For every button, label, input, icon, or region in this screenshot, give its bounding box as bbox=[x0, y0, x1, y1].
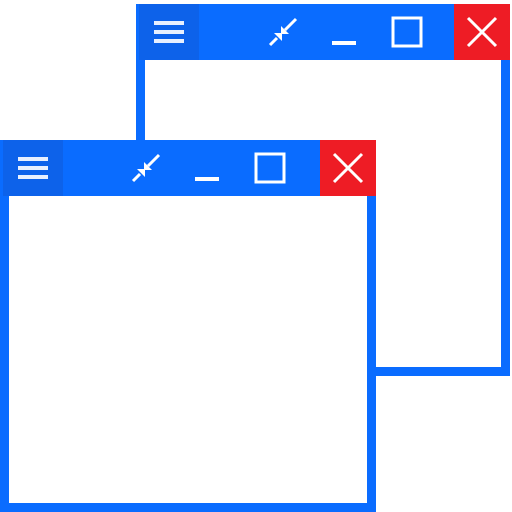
close-button[interactable] bbox=[320, 140, 376, 196]
maximize-square-icon bbox=[254, 152, 286, 184]
title-bar[interactable] bbox=[0, 140, 376, 196]
menu-button[interactable] bbox=[139, 4, 199, 60]
minimize-button[interactable] bbox=[176, 140, 238, 196]
close-x-icon bbox=[332, 152, 364, 184]
close-x-icon bbox=[466, 16, 498, 48]
menu-button[interactable] bbox=[3, 140, 63, 196]
desktop bbox=[0, 0, 512, 512]
minimize-icon bbox=[332, 41, 356, 45]
close-button[interactable] bbox=[454, 4, 510, 60]
restore-arrows-icon bbox=[268, 17, 298, 47]
minimize-icon bbox=[195, 177, 219, 181]
hamburger-menu-icon bbox=[154, 21, 184, 43]
maximize-button[interactable] bbox=[376, 4, 438, 60]
restore-button[interactable] bbox=[252, 4, 314, 60]
restore-button[interactable] bbox=[115, 140, 177, 196]
maximize-square-icon bbox=[391, 16, 423, 48]
maximize-button[interactable] bbox=[239, 140, 301, 196]
hamburger-menu-icon bbox=[18, 157, 48, 179]
minimize-button[interactable] bbox=[313, 4, 375, 60]
restore-arrows-icon bbox=[131, 153, 161, 183]
window-front[interactable] bbox=[0, 140, 376, 512]
window-content[interactable] bbox=[9, 196, 367, 503]
title-bar[interactable] bbox=[136, 4, 510, 60]
